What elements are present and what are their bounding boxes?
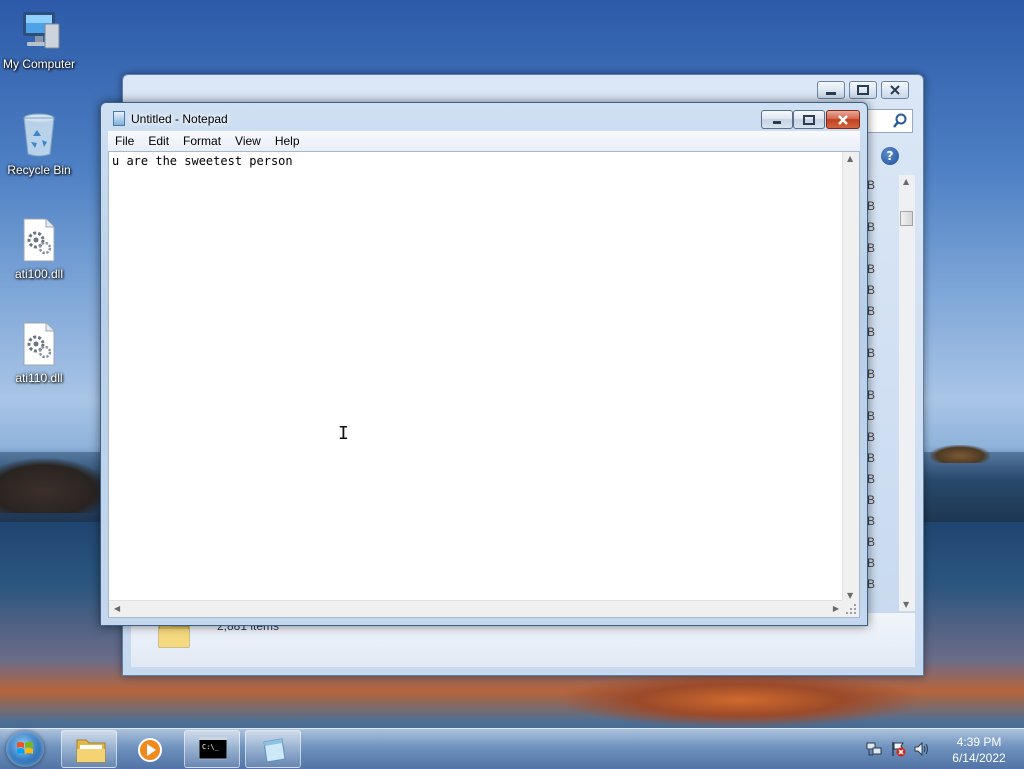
size-column: B B B B B B B B B B B B B B B B B B B B <box>867 175 897 595</box>
search-input[interactable] <box>867 109 913 133</box>
horizontal-scrollbar[interactable]: ◀ ▶ <box>109 600 844 617</box>
scrollbar-thumb[interactable] <box>900 211 913 226</box>
text-editor: u are the sweetest person ▲ ▼ ◀ ▶ <box>108 151 860 618</box>
explorer-vertical-scrollbar[interactable]: ▲ ▼ <box>899 175 915 611</box>
menu-bar: File Edit Format View Help <box>108 131 860 151</box>
close-button[interactable] <box>881 81 909 99</box>
size-cell: B <box>867 514 876 528</box>
desktop-icon-label: My Computer <box>2 57 76 71</box>
desktop-icon-label: ati110.dll <box>15 371 63 385</box>
volume-icon[interactable] <box>914 741 930 757</box>
size-cell: B <box>867 493 876 507</box>
menu-edit[interactable]: Edit <box>141 131 176 151</box>
size-cell: B <box>867 577 876 591</box>
clock[interactable]: 4:39 PM 6/14/2022 <box>944 734 1014 766</box>
size-cell: B <box>867 367 876 381</box>
recycle-bin-icon <box>0 112 78 161</box>
vertical-scrollbar[interactable]: ▲ ▼ <box>842 152 859 602</box>
start-button[interactable] <box>6 731 44 767</box>
size-cell: B <box>867 472 876 486</box>
search-icon <box>893 113 907 128</box>
desktop-icon-label: ati100.dll <box>14 267 64 281</box>
scroll-down-icon[interactable]: ▼ <box>847 591 853 600</box>
notepad-window[interactable]: Untitled - Notepad File Edit Format View… <box>100 102 868 626</box>
svg-text:C:\_: C:\_ <box>202 743 220 751</box>
wallpaper-sunset-glow <box>560 672 920 728</box>
size-cell: B <box>867 430 876 444</box>
action-center-icon[interactable] <box>890 741 906 757</box>
size-cell: B <box>867 199 876 213</box>
wallpaper-rocks-right <box>930 445 990 463</box>
taskbar: C:\_ 4:39 PM 6/14/2022 <box>0 728 1024 769</box>
notepad-icon <box>263 738 286 763</box>
scroll-down-icon[interactable]: ▼ <box>903 600 909 609</box>
size-cell: B <box>867 262 876 276</box>
desktop-icon-my-computer[interactable]: My Computer <box>0 10 78 71</box>
menu-help[interactable]: Help <box>268 131 307 151</box>
scroll-right-icon[interactable]: ▶ <box>833 604 839 613</box>
restore-icon <box>857 85 869 95</box>
size-cell: B <box>867 346 876 360</box>
cmd-icon: C:\_ <box>199 737 227 760</box>
size-cell: B <box>867 283 876 297</box>
minimize-button[interactable] <box>761 110 793 129</box>
size-cell: B <box>867 178 876 192</box>
help-icon[interactable]: ? <box>881 147 899 165</box>
size-cell: B <box>867 409 876 423</box>
maximize-button[interactable] <box>793 110 825 129</box>
close-icon <box>838 114 848 125</box>
desktop-icon-ati110-dll[interactable]: ati110.dll <box>0 322 78 385</box>
clock-date: 6/14/2022 <box>952 751 1006 765</box>
computer-icon <box>0 10 78 55</box>
minimize-icon <box>826 92 836 95</box>
taskbar-explorer-button[interactable] <box>61 730 117 768</box>
size-cell: B <box>867 304 876 318</box>
scroll-up-icon[interactable]: ▲ <box>847 154 853 163</box>
text-cursor-icon: I <box>338 423 349 444</box>
notepad-icon <box>113 111 125 126</box>
maximize-button[interactable] <box>849 81 877 99</box>
size-cell: B <box>867 451 876 465</box>
minimize-icon <box>773 120 781 124</box>
minimize-button[interactable] <box>817 81 845 99</box>
close-button[interactable] <box>826 110 860 129</box>
scroll-up-icon[interactable]: ▲ <box>903 177 909 186</box>
menu-format[interactable]: Format <box>176 131 228 151</box>
size-cell: B <box>867 556 876 570</box>
close-icon <box>890 85 900 95</box>
windows-logo-icon <box>17 742 33 754</box>
size-cell: B <box>867 388 876 402</box>
dll-file-icon <box>0 322 78 369</box>
menu-view[interactable]: View <box>228 131 268 151</box>
resize-grip-icon[interactable] <box>842 600 859 617</box>
maximize-icon <box>803 114 815 125</box>
size-cell: B <box>867 220 876 234</box>
taskbar-cmd-button[interactable]: C:\_ <box>184 730 240 768</box>
dll-file-icon <box>0 218 78 265</box>
scroll-left-icon[interactable]: ◀ <box>114 604 120 613</box>
taskbar-media-player-button[interactable] <box>122 730 178 768</box>
desktop-icon-label: Recycle Bin <box>7 163 71 177</box>
size-cell: B <box>867 325 876 339</box>
taskbar-notepad-button[interactable] <box>245 730 301 768</box>
folder-icon <box>76 739 106 763</box>
desktop-icon-recycle-bin[interactable]: Recycle Bin <box>0 112 78 177</box>
system-tray: 4:39 PM 6/14/2022 <box>862 729 1022 769</box>
desktop-icon-ati100-dll[interactable]: ati100.dll <box>0 218 78 281</box>
menu-file[interactable]: File <box>108 131 141 151</box>
size-cell: B <box>867 241 876 255</box>
wallpaper-rocks-left <box>0 458 110 513</box>
network-icon[interactable] <box>866 741 882 757</box>
text-area[interactable]: u are the sweetest person <box>109 152 844 602</box>
size-cell: B <box>867 535 876 549</box>
media-player-icon <box>138 738 162 762</box>
clock-time: 4:39 PM <box>956 735 1002 749</box>
window-title: Untitled - Notepad <box>131 112 228 126</box>
